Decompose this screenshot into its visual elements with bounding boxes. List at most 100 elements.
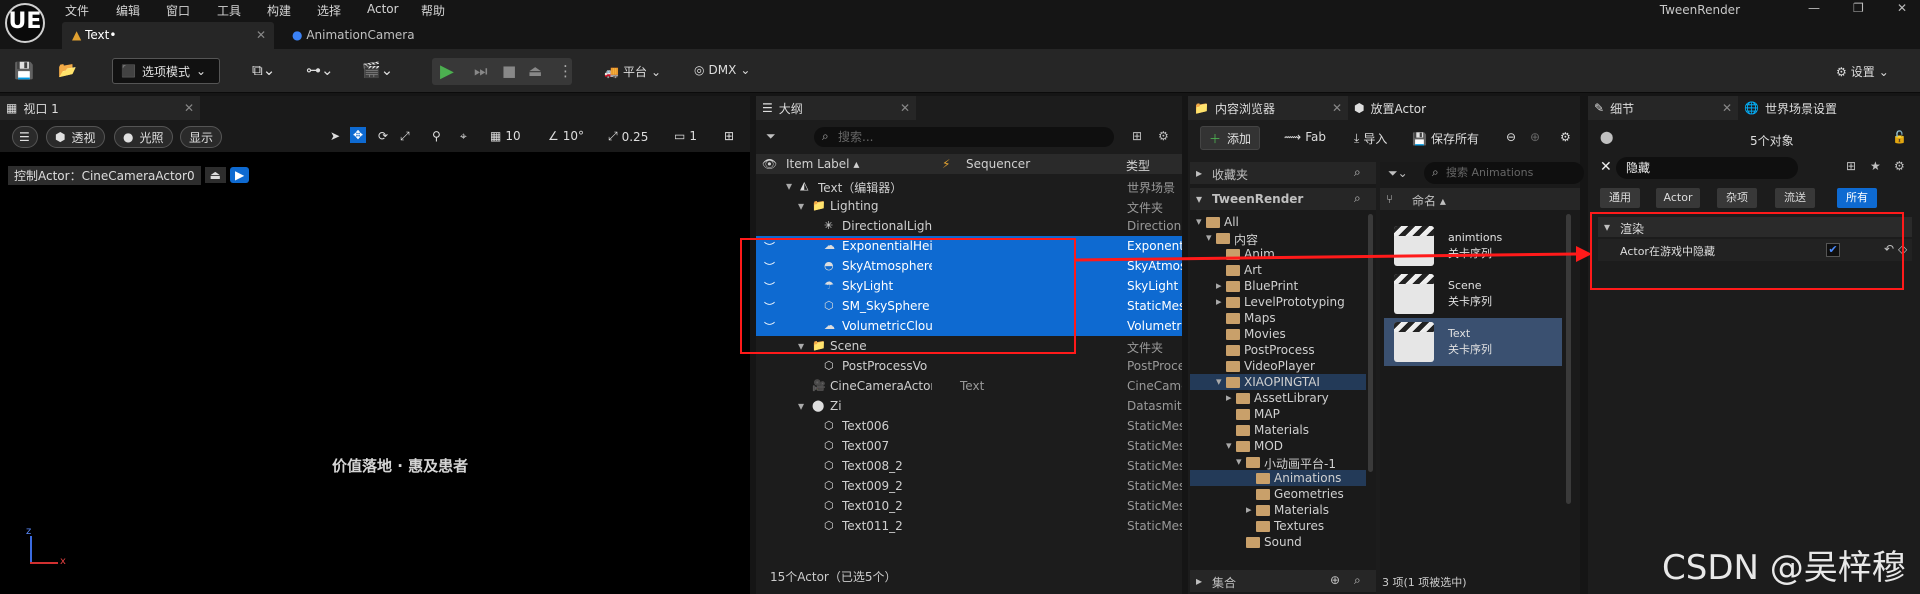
tree-item[interactable]: Movies <box>1190 326 1366 342</box>
restore-icon[interactable]: ❐ <box>1853 1 1864 15</box>
details-search-input[interactable]: 隐藏 <box>1616 157 1798 179</box>
save-icon[interactable]: 💾 <box>14 61 34 80</box>
category-misc[interactable]: 杂项 <box>1717 188 1757 208</box>
tree-item[interactable]: MAP <box>1190 406 1366 422</box>
dmx-menu[interactable]: ◎ DMX ⌄ <box>694 63 750 77</box>
grid-view-icon[interactable]: ⊞ <box>1846 159 1856 173</box>
tree-item[interactable]: ▾ MOD <box>1190 438 1366 454</box>
outliner-row[interactable]: ▾ 📁 Scene 文件夹 <box>756 336 1182 356</box>
menu-help[interactable]: 帮助 <box>421 2 445 19</box>
menu-file[interactable]: 文件 <box>65 2 89 19</box>
add-actor-icon[interactable]: ⧉⌄ <box>252 61 275 79</box>
asset-item[interactable]: Scene 关卡序列 <box>1384 270 1562 318</box>
camera-speed-button[interactable]: ▭ 1 <box>674 129 697 143</box>
tab-animationcamera[interactable]: ● AnimationCamera <box>282 22 482 49</box>
expander-icon[interactable]: ▸ <box>1216 279 1222 292</box>
platform-menu[interactable]: 🚚 平台 ⌄ <box>604 63 661 80</box>
visibility-icon[interactable]: ︶ <box>764 319 775 335</box>
outliner-row[interactable]: ▾ 📁 Lighting 文件夹 <box>756 196 1182 216</box>
outliner-row[interactable]: ⬡ Text011_2 StaticMes <box>756 516 1182 536</box>
minimize-icon[interactable]: — <box>1808 1 1820 15</box>
world-settings-tab[interactable]: 🌐 世界场景设置 <box>1738 96 1908 120</box>
expander-icon[interactable]: ▾ <box>1206 231 1212 244</box>
column-type[interactable]: 类型 <box>1126 157 1150 174</box>
column-sequencer[interactable]: Sequencer <box>966 157 1030 171</box>
render-section-header[interactable]: ▾ 渲染 <box>1598 217 1912 237</box>
add-folder-icon[interactable]: ⊞ <box>1132 129 1142 143</box>
outliner-row[interactable]: 🎥 CineCameraActor Text CineCame <box>756 376 1182 396</box>
add-collection-icon[interactable]: ⊕ <box>1330 573 1340 587</box>
expander-icon[interactable]: ▾ <box>1236 455 1242 468</box>
tree-item[interactable]: ▾ 小动画平台-1 <box>1190 454 1366 471</box>
gear-icon[interactable]: ⚙ <box>1158 129 1169 143</box>
filter-icon[interactable]: ⏷ <box>766 129 776 144</box>
step-icon[interactable]: ⏭ <box>474 62 488 80</box>
outliner-row[interactable]: ⬡ PostProcessVo PostProce <box>756 356 1182 376</box>
eject-icon[interactable]: ⏏ <box>528 62 542 80</box>
rotate-tool-icon[interactable]: ⟳ <box>378 129 388 143</box>
menu-edit[interactable]: 编辑 <box>116 2 140 19</box>
expander-icon[interactable]: ▾ <box>798 199 804 213</box>
outliner-row[interactable]: ⬡ Text010_2 StaticMes <box>756 496 1182 516</box>
outliner-row[interactable]: ⬡ Text006 StaticMes <box>756 416 1182 436</box>
tree-item[interactable]: ▾ All <box>1190 214 1366 230</box>
collections-header[interactable]: ▸ 集合 ⊕ ⌕ <box>1190 570 1376 592</box>
outliner-row[interactable]: ⬡ Text009_2 StaticMes <box>756 476 1182 496</box>
expander-icon[interactable]: ▸ <box>1226 391 1232 404</box>
tree-item[interactable]: Animations <box>1190 470 1366 486</box>
menu-actor[interactable]: Actor <box>367 2 399 16</box>
tree-item[interactable]: Materials <box>1190 422 1366 438</box>
tree-item[interactable]: PostProcess <box>1190 342 1366 358</box>
visibility-icon[interactable]: ︶ <box>764 239 775 255</box>
view-mode-button[interactable]: ⬢ 透视 <box>46 126 105 148</box>
menu-tools[interactable]: 工具 <box>217 2 241 19</box>
gear-icon[interactable]: ⚙ <box>1894 159 1905 173</box>
tree-item[interactable]: ▸ LevelPrototyping <box>1190 294 1366 310</box>
grid-snap-button[interactable]: ▦ 10 <box>490 129 521 143</box>
tree-item[interactable]: Geometries <box>1190 486 1366 502</box>
scale-tool-icon[interactable]: ⤢ <box>400 129 410 144</box>
visibility-icon[interactable]: 👁 <box>762 157 777 171</box>
select-tool-icon[interactable]: ➤ <box>330 129 340 143</box>
viewport-tab[interactable]: ▦ 视口 1 ✕ <box>0 96 200 120</box>
category-general[interactable]: 通用 <box>1600 188 1640 208</box>
menu-build[interactable]: 构建 <box>267 2 291 19</box>
tree-item[interactable]: ▸ BluePrint <box>1190 278 1366 294</box>
add-button[interactable]: ＋ 添加 <box>1200 126 1261 150</box>
close-icon[interactable]: ✕ <box>1722 101 1732 115</box>
mode-select[interactable]: ⬛ 选项模式 ⌄ <box>112 58 220 84</box>
asset-search-input[interactable]: 搜索 Animations <box>1424 162 1584 184</box>
star-icon[interactable]: ★ <box>1870 159 1881 173</box>
move-tool-icon[interactable]: ✥ <box>350 127 367 143</box>
fab-button[interactable]: ⟿ Fab <box>1284 130 1326 144</box>
search-icon[interactable]: ⌕ <box>1354 191 1361 206</box>
lighting-button[interactable]: ● 光照 <box>114 126 173 148</box>
expander-icon[interactable]: ▾ <box>786 179 792 193</box>
tree-item[interactable]: Sound <box>1190 534 1366 550</box>
menu-select[interactable]: 选择 <box>317 2 341 19</box>
camera-lock-icon[interactable]: ▶ <box>229 167 250 183</box>
column-name[interactable]: 命名 ▴ <box>1412 192 1446 209</box>
outliner-tab[interactable]: ☰ 大纲 ✕ <box>756 96 916 120</box>
settings-menu[interactable]: ⚙ 设置 ⌄ <box>1836 63 1889 80</box>
tree-item[interactable]: ▾ XIAOPINGTAI <box>1190 374 1366 390</box>
outliner-row[interactable]: ⬡ Text008_2 StaticMes <box>756 456 1182 476</box>
category-all[interactable]: 所有 <box>1837 188 1877 208</box>
expander-icon[interactable]: ▾ <box>798 399 804 413</box>
hamburger-icon[interactable]: ☰ <box>12 126 38 148</box>
outliner-row[interactable]: ▾ ◭ Text（编辑器） 世界场景 <box>756 176 1182 196</box>
close-icon[interactable]: ✕ <box>900 101 910 115</box>
expander-icon[interactable]: ▾ <box>798 339 804 353</box>
tree-item[interactable]: VideoPlayer <box>1190 358 1366 374</box>
cinematics-icon[interactable]: 🎬⌄ <box>362 61 393 79</box>
eject-icon[interactable]: ⏏ <box>204 167 226 183</box>
close-icon[interactable]: ✕ <box>184 101 194 115</box>
outliner-row[interactable]: ⬡ Text007 StaticMes <box>756 436 1182 456</box>
project-header[interactable]: ▾ TweenRender ⌕ <box>1190 188 1376 210</box>
expand-options-icon[interactable]: ◇ <box>1898 242 1907 256</box>
category-streaming[interactable]: 流送 <box>1775 188 1815 208</box>
favorites-header[interactable]: ▸ 收藏夹 ⌕ <box>1190 162 1376 184</box>
place-actor-tab[interactable]: ⬢ 放置Actor <box>1348 96 1488 120</box>
menu-window[interactable]: 窗口 <box>166 2 190 19</box>
back-icon[interactable]: ⊖ <box>1506 130 1516 144</box>
